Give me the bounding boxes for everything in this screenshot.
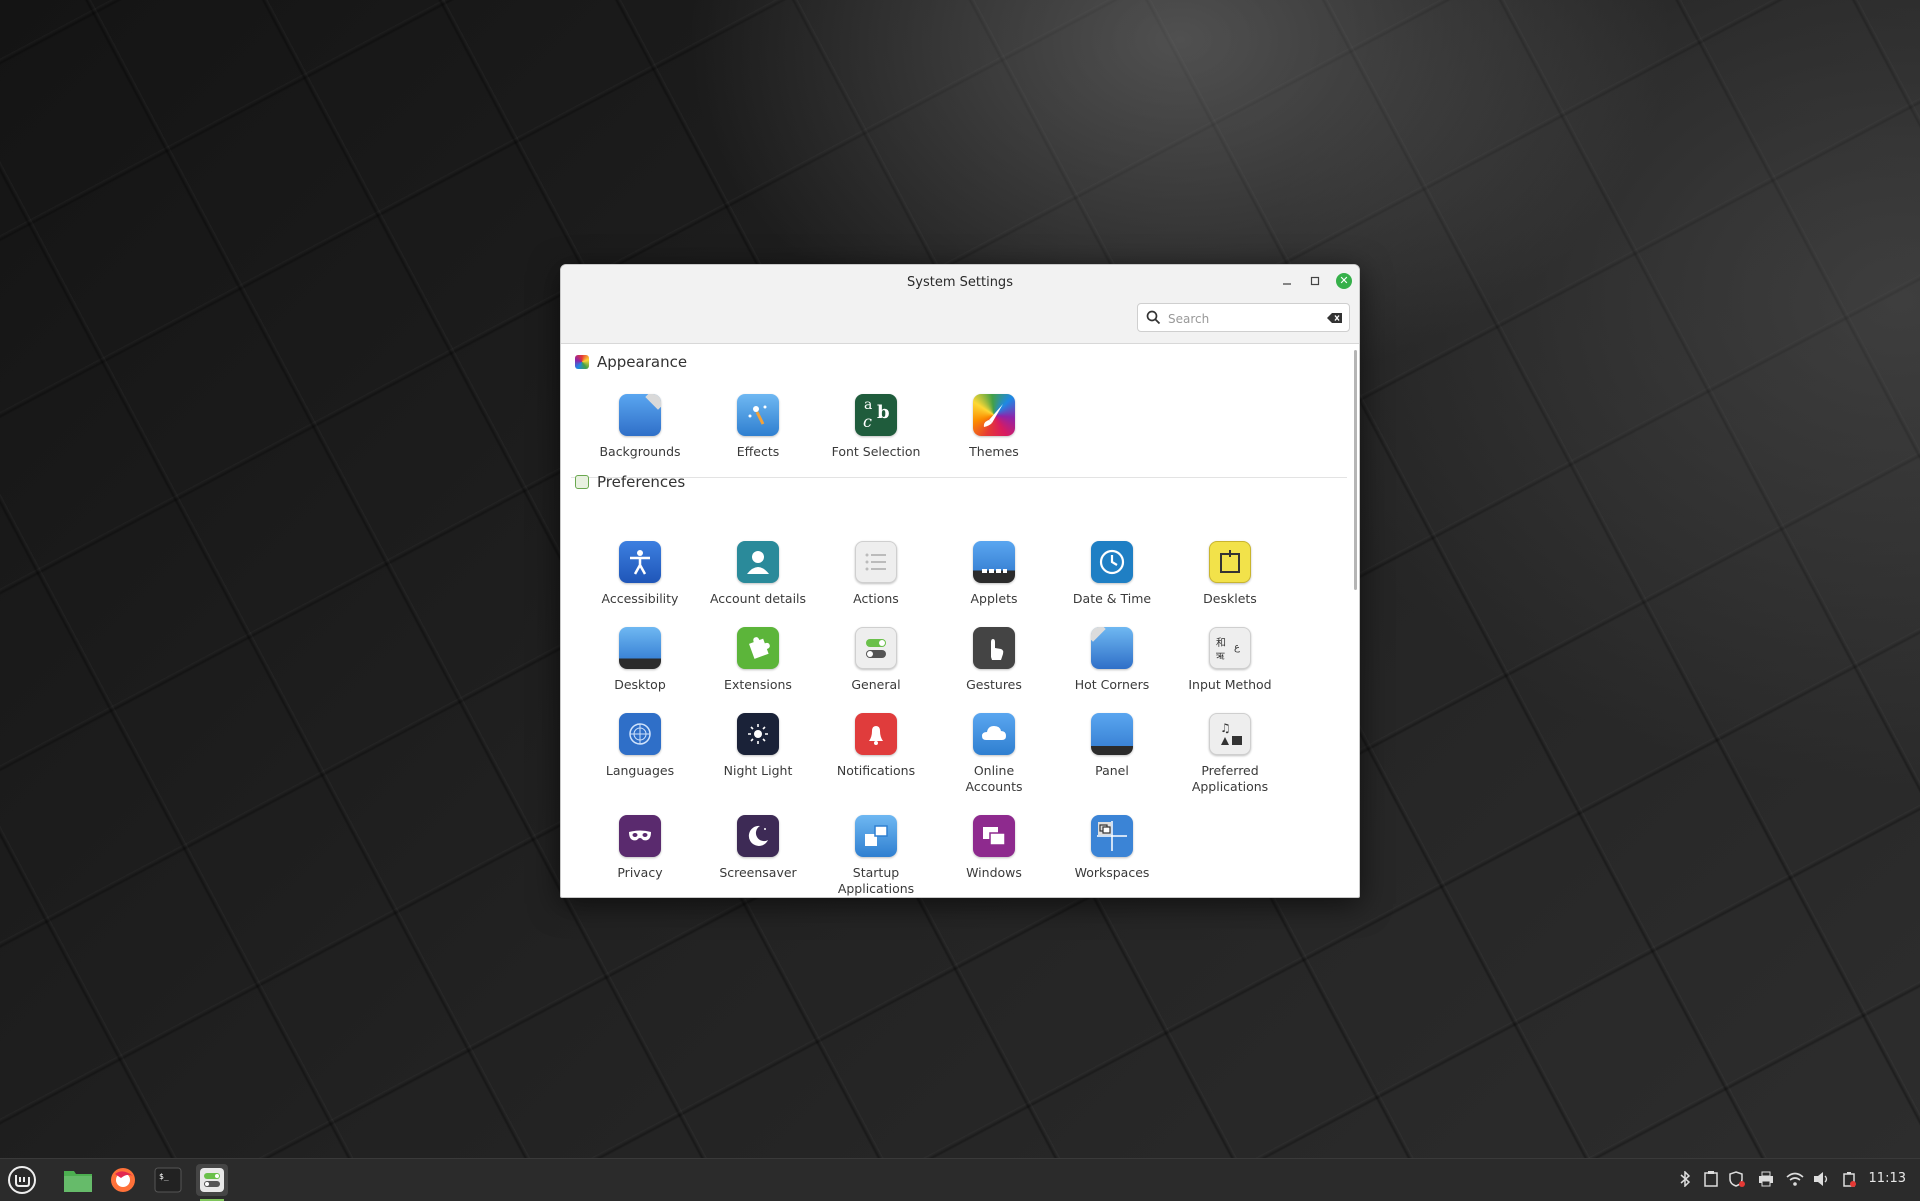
section-preferences: Preferences — [575, 473, 685, 491]
system-settings-icon — [200, 1168, 224, 1192]
input-method-icon: 和 ऋ ع — [1209, 627, 1251, 669]
section-appearance: Appearance — [575, 353, 687, 371]
notifications-icon — [855, 713, 897, 755]
startup-applications-icon — [855, 815, 897, 857]
setting-font-selection[interactable]: a b c Font Selection — [818, 394, 934, 460]
desktop-icon — [619, 627, 661, 669]
panel-icon — [1091, 713, 1133, 755]
screensaver-icon — [737, 815, 779, 857]
workspaces-icon — [1091, 815, 1133, 857]
settings-content[interactable]: Appearance Backgrounds Effects a b c Fon… — [561, 344, 1359, 897]
setting-effects[interactable]: Effects — [700, 394, 816, 460]
hot-corners-icon — [1091, 627, 1133, 669]
applets-icon — [973, 541, 1015, 583]
windows-icon — [973, 815, 1015, 857]
clear-search-icon[interactable] — [1327, 312, 1343, 324]
gestures-icon — [973, 627, 1015, 669]
setting-themes[interactable]: Themes — [936, 394, 1052, 460]
clipboard-icon[interactable] — [1704, 1171, 1718, 1187]
account-details-icon — [737, 541, 779, 583]
svg-text:♫: ♫ — [1220, 721, 1231, 735]
online-accounts-icon — [973, 713, 1015, 755]
setting-workspaces[interactable]: Workspaces — [1054, 815, 1170, 881]
setting-privacy[interactable]: Privacy — [582, 815, 698, 881]
terminal-icon: $_ — [154, 1167, 182, 1193]
system-settings-window: System Settings ✕ Appearance — [560, 264, 1360, 898]
shield-update-icon[interactable] — [1729, 1171, 1745, 1187]
files-button[interactable] — [62, 1164, 94, 1196]
minimize-button[interactable] — [1277, 271, 1297, 291]
volume-icon[interactable] — [1813, 1171, 1831, 1187]
setting-general[interactable]: General — [818, 627, 934, 693]
setting-languages[interactable]: Languages — [582, 713, 698, 779]
setting-screensaver[interactable]: Screensaver — [700, 815, 816, 881]
setting-date-time[interactable]: Date & Time — [1054, 541, 1170, 607]
setting-account-details[interactable]: Account details — [700, 541, 816, 607]
close-button[interactable]: ✕ — [1334, 271, 1354, 291]
printer-icon[interactable] — [1758, 1171, 1774, 1187]
svg-text:$_: $_ — [159, 1172, 169, 1181]
setting-backgrounds[interactable]: Backgrounds — [582, 394, 698, 460]
font-selection-icon: a b c — [855, 394, 897, 436]
themes-icon — [973, 394, 1015, 436]
close-icon: ✕ — [1336, 273, 1352, 289]
actions-icon — [855, 541, 897, 583]
setting-hot-corners[interactable]: Hot Corners — [1054, 627, 1170, 693]
system-settings-button[interactable] — [196, 1164, 228, 1201]
section-title: Preferences — [597, 473, 686, 491]
setting-preferred-applications[interactable]: ♫ Preferred Applications — [1172, 713, 1288, 795]
night-light-icon — [737, 713, 779, 755]
setting-accessibility[interactable]: Accessibility — [582, 541, 698, 607]
minimize-icon — [1283, 283, 1291, 285]
setting-extensions[interactable]: Extensions — [700, 627, 816, 693]
search-input[interactable] — [1166, 308, 1320, 329]
setting-panel[interactable]: Panel — [1054, 713, 1170, 779]
setting-windows[interactable]: Windows — [936, 815, 1052, 881]
setting-applets[interactable]: Applets — [936, 541, 1052, 607]
privacy-icon — [619, 815, 661, 857]
setting-actions[interactable]: Actions — [818, 541, 934, 607]
taskbar: $_ 11:13 — [0, 1158, 1920, 1201]
menu-icon — [8, 1166, 36, 1194]
section-title: Appearance — [597, 353, 688, 371]
accessibility-icon — [619, 541, 661, 583]
files-icon — [64, 1171, 92, 1192]
terminal-button[interactable]: $_ — [152, 1164, 184, 1196]
battery-icon[interactable] — [1841, 1171, 1857, 1187]
window-titlebar[interactable]: System Settings ✕ — [561, 265, 1359, 344]
backgrounds-icon — [619, 394, 661, 436]
date-time-icon — [1091, 541, 1133, 583]
wifi-icon[interactable] — [1786, 1171, 1804, 1187]
desklets-icon — [1209, 541, 1251, 583]
firefox-icon — [111, 1168, 135, 1192]
search-icon — [1146, 310, 1161, 325]
setting-desklets[interactable]: Desklets — [1172, 541, 1288, 607]
menu-button[interactable] — [6, 1164, 38, 1196]
general-icon — [855, 627, 897, 669]
section-divider — [571, 477, 1347, 478]
setting-night-light[interactable]: Night Light — [700, 713, 816, 779]
setting-startup-applications[interactable]: Startup Applications — [818, 815, 934, 897]
setting-desktop[interactable]: Desktop — [582, 627, 698, 693]
preferences-icon — [575, 475, 589, 489]
firefox-button[interactable] — [107, 1164, 139, 1196]
bluetooth-icon[interactable] — [1679, 1171, 1691, 1187]
maximize-icon — [1310, 276, 1320, 286]
appearance-icon — [575, 355, 589, 369]
search-box[interactable] — [1137, 303, 1350, 332]
extensions-icon — [737, 627, 779, 669]
clock[interactable]: 11:13 — [1869, 1171, 1906, 1186]
setting-gestures[interactable]: Gestures — [936, 627, 1052, 693]
preferred-applications-icon: ♫ — [1209, 713, 1251, 755]
window-title: System Settings — [907, 275, 1013, 290]
setting-notifications[interactable]: Notifications — [818, 713, 934, 779]
setting-online-accounts[interactable]: Online Accounts — [936, 713, 1052, 795]
scrollbar[interactable] — [1354, 350, 1357, 590]
effects-icon — [737, 394, 779, 436]
maximize-button[interactable] — [1305, 271, 1325, 291]
languages-icon — [619, 713, 661, 755]
setting-input-method[interactable]: 和 ऋ ع Input Method — [1172, 627, 1288, 693]
